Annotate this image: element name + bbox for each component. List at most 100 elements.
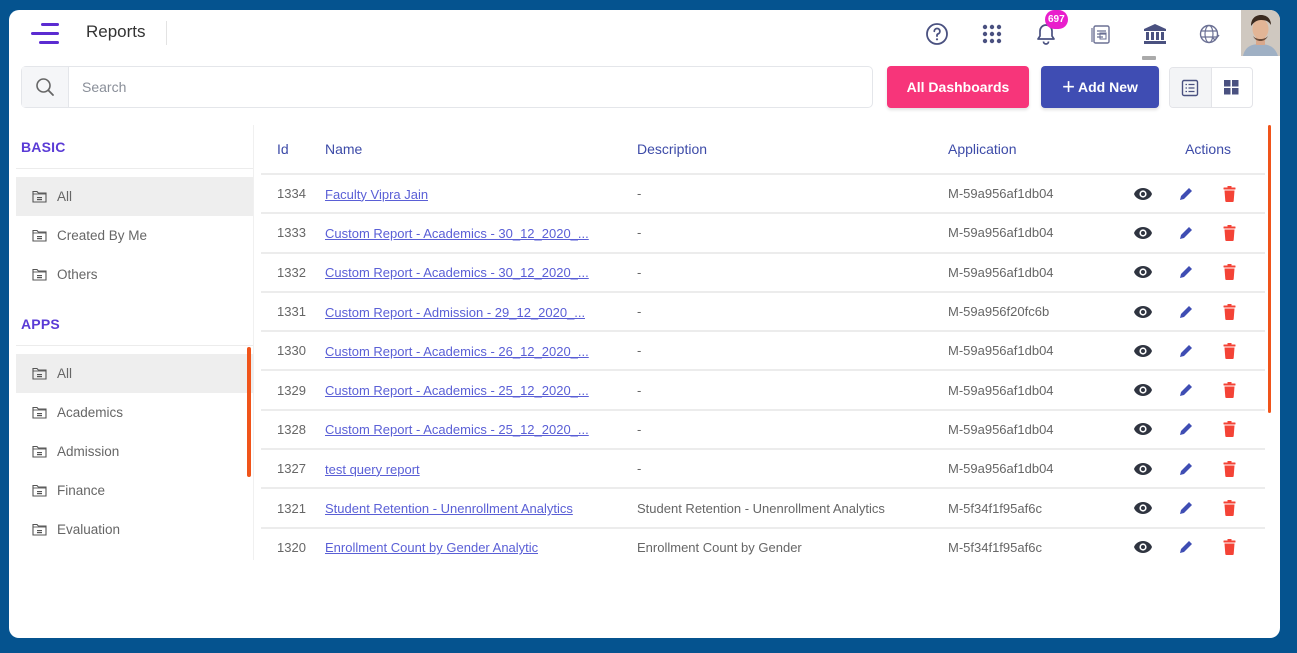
edit-button[interactable] <box>1176 498 1196 518</box>
edit-button[interactable] <box>1176 184 1196 204</box>
folder-icon <box>32 229 47 242</box>
sidebar-item-apps-academics[interactable]: Academics <box>16 393 253 432</box>
pencil-icon <box>1178 461 1194 477</box>
sidebar-item-basic-all[interactable]: All <box>16 177 253 216</box>
report-link[interactable]: Custom Report - Admission - 29_12_2020_.… <box>325 305 585 320</box>
pencil-icon <box>1178 264 1194 280</box>
cell-actions <box>1133 449 1265 490</box>
view-button[interactable] <box>1133 341 1153 361</box>
list-view-button[interactable] <box>1170 68 1212 107</box>
sidebar-item-apps-exam[interactable]: Exam <box>16 549 253 560</box>
view-button[interactable] <box>1133 380 1153 400</box>
edit-button[interactable] <box>1176 459 1196 479</box>
delete-button[interactable] <box>1219 262 1239 282</box>
edit-button[interactable] <box>1176 223 1196 243</box>
table-row: 1328 Custom Report - Academics - 25_12_20… <box>261 409 1265 451</box>
grid-view-button[interactable] <box>1212 68 1253 107</box>
table-row: 1321 Student Retention - Unenrollment Ana… <box>261 488 1265 529</box>
view-button[interactable] <box>1133 537 1153 557</box>
table-row: 1320 Enrollment Count by Gender Analytic E… <box>261 527 1265 560</box>
report-link[interactable]: Enrollment Count by Gender Analytic <box>325 540 538 555</box>
trash-icon <box>1223 539 1236 556</box>
edit-button[interactable] <box>1176 262 1196 282</box>
report-link[interactable]: test query report <box>325 462 420 477</box>
apps-button[interactable] <box>977 19 1007 49</box>
sidebar-item-apps-finance[interactable]: Finance <box>16 471 253 510</box>
active-indicator <box>1142 56 1156 60</box>
notes-button[interactable] <box>1086 19 1116 49</box>
delete-button[interactable] <box>1219 419 1239 439</box>
view-button[interactable] <box>1133 498 1153 518</box>
sidebar-item-basic-others[interactable]: Others <box>16 255 253 294</box>
cell-name: Custom Report - Academics - 30_12_2020_.… <box>325 252 637 293</box>
column-header-application[interactable]: Application <box>948 125 1133 175</box>
user-avatar[interactable] <box>1241 10 1280 56</box>
delete-button[interactable] <box>1219 341 1239 361</box>
sidebar-item-label: Finance <box>57 483 106 498</box>
cell-name: Student Retention - Unenrollment Analyti… <box>325 488 637 529</box>
report-link[interactable]: Custom Report - Academics - 26_12_2020_.… <box>325 344 589 359</box>
delete-button[interactable] <box>1219 498 1239 518</box>
search-button[interactable] <box>22 67 69 107</box>
view-button[interactable] <box>1133 459 1153 479</box>
edit-button[interactable] <box>1176 341 1196 361</box>
cell-name: Custom Report - Admission - 29_12_2020_.… <box>325 291 637 333</box>
pencil-icon <box>1178 539 1194 555</box>
column-header-id[interactable]: Id <box>261 125 325 175</box>
pencil-icon <box>1178 382 1194 398</box>
report-link[interactable]: Custom Report - Academics - 25_12_2020_.… <box>325 422 589 437</box>
reports-table: Id Name Description Application Actions … <box>261 125 1265 560</box>
delete-button[interactable] <box>1219 223 1239 243</box>
menu-toggle-button[interactable] <box>31 22 63 46</box>
delete-button[interactable] <box>1219 184 1239 204</box>
view-button[interactable] <box>1133 262 1153 282</box>
view-button[interactable] <box>1133 419 1153 439</box>
all-dashboards-label: All Dashboards <box>906 79 1010 95</box>
report-link[interactable]: Custom Report - Academics - 30_12_2020_.… <box>325 226 589 241</box>
menu-line-icon <box>41 23 59 26</box>
sidebar-scrollbar[interactable] <box>247 347 251 477</box>
sidebar-item-apps-admission[interactable]: Admission <box>16 432 253 471</box>
add-new-button[interactable]: + Add New <box>1041 66 1159 108</box>
cell-description: - <box>637 409 948 451</box>
delete-button[interactable] <box>1219 537 1239 557</box>
page-title: Reports <box>86 22 146 41</box>
table-scrollbar[interactable] <box>1268 125 1271 413</box>
cell-description: - <box>637 291 948 333</box>
cell-description: - <box>637 252 948 293</box>
search-input[interactable] <box>82 77 842 97</box>
report-link[interactable]: Custom Report - Academics - 30_12_2020_.… <box>325 265 589 280</box>
view-button[interactable] <box>1133 184 1153 204</box>
report-link[interactable]: Student Retention - Unenrollment Analyti… <box>325 501 573 516</box>
view-button[interactable] <box>1133 302 1153 322</box>
report-link[interactable]: Custom Report - Academics - 25_12_2020_.… <box>325 383 589 398</box>
eye-icon <box>1133 344 1153 358</box>
sidebar-item-apps-evaluation[interactable]: Evaluation <box>16 510 253 549</box>
delete-button[interactable] <box>1219 302 1239 322</box>
column-header-description[interactable]: Description <box>637 125 948 175</box>
pencil-icon <box>1178 421 1194 437</box>
report-link[interactable]: Faculty Vipra Jain <box>325 187 428 202</box>
help-button[interactable] <box>922 19 952 49</box>
cell-application: M-59a956af1db04 <box>948 370 1133 411</box>
sidebar-item-apps-all[interactable]: All <box>16 354 253 393</box>
edit-button[interactable] <box>1176 537 1196 557</box>
edit-button[interactable] <box>1176 380 1196 400</box>
cell-application: M-59a956af1db04 <box>948 213 1133 254</box>
menu-line-icon <box>31 32 59 35</box>
delete-button[interactable] <box>1219 380 1239 400</box>
all-dashboards-button[interactable]: All Dashboards <box>887 66 1029 108</box>
trash-icon <box>1223 460 1236 477</box>
cell-application: M-59a956f20fc6b <box>948 291 1133 333</box>
delete-button[interactable] <box>1219 459 1239 479</box>
edit-button[interactable] <box>1176 419 1196 439</box>
edit-button[interactable] <box>1176 302 1196 322</box>
column-header-name[interactable]: Name <box>325 125 637 175</box>
sidebar-item-basic-created-by-me[interactable]: Created By Me <box>16 216 253 255</box>
cell-actions <box>1133 527 1265 560</box>
institution-button[interactable] <box>1140 19 1170 49</box>
eye-icon <box>1133 462 1153 476</box>
view-button[interactable] <box>1133 223 1153 243</box>
language-button[interactable] <box>1194 19 1224 49</box>
